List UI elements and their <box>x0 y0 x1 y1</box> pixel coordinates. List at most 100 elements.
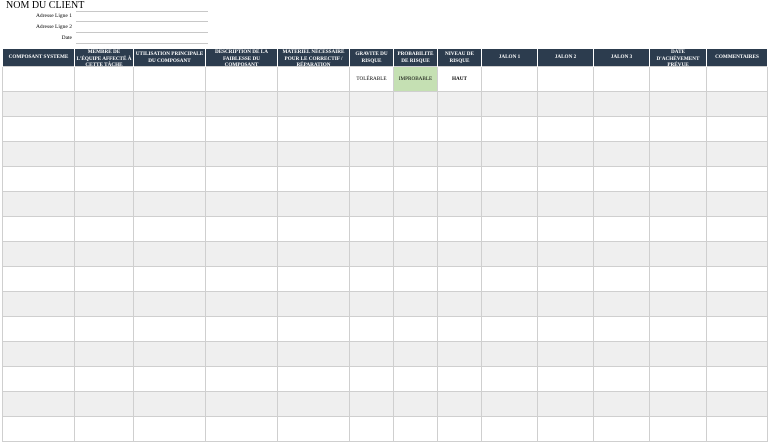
table-cell[interactable] <box>133 366 206 392</box>
table-cell[interactable] <box>706 266 768 292</box>
table-cell[interactable] <box>74 341 134 367</box>
table-cell[interactable] <box>706 416 768 442</box>
table-cell[interactable] <box>593 266 650 292</box>
table-cell[interactable] <box>205 191 278 217</box>
table-cell[interactable] <box>706 241 768 267</box>
table-cell[interactable] <box>393 316 438 342</box>
table-cell[interactable] <box>2 191 75 217</box>
table-cell[interactable] <box>537 141 594 167</box>
table-cell[interactable] <box>537 66 594 92</box>
table-cell[interactable] <box>437 91 482 117</box>
table-cell[interactable] <box>706 166 768 192</box>
table-cell[interactable] <box>277 366 350 392</box>
table-cell[interactable] <box>437 116 482 142</box>
table-cell[interactable] <box>2 91 75 117</box>
table-cell[interactable] <box>349 416 394 442</box>
table-cell[interactable] <box>649 291 707 317</box>
table-cell[interactable] <box>593 166 650 192</box>
table-cell[interactable] <box>2 166 75 192</box>
table-cell[interactable] <box>277 416 350 442</box>
table-cell[interactable] <box>393 216 438 242</box>
table-cell[interactable] <box>437 391 482 417</box>
table-cell[interactable] <box>481 416 538 442</box>
table-cell[interactable] <box>2 341 75 367</box>
table-cell[interactable] <box>393 391 438 417</box>
table-cell[interactable] <box>133 291 206 317</box>
table-cell[interactable] <box>349 291 394 317</box>
table-cell[interactable] <box>393 116 438 142</box>
table-cell[interactable] <box>205 316 278 342</box>
table-cell[interactable] <box>481 391 538 417</box>
table-cell[interactable] <box>133 66 206 92</box>
probability-cell[interactable]: IMPROBABLE <box>393 66 438 92</box>
table-cell[interactable] <box>437 166 482 192</box>
table-cell[interactable] <box>437 241 482 267</box>
date-field[interactable] <box>76 43 208 44</box>
table-cell[interactable] <box>537 191 594 217</box>
table-cell[interactable] <box>537 341 594 367</box>
table-cell[interactable] <box>593 66 650 92</box>
table-cell[interactable] <box>393 166 438 192</box>
table-cell[interactable] <box>393 416 438 442</box>
table-cell[interactable] <box>537 291 594 317</box>
table-cell[interactable] <box>349 341 394 367</box>
table-cell[interactable] <box>74 391 134 417</box>
table-cell[interactable] <box>593 291 650 317</box>
table-cell[interactable] <box>277 391 350 417</box>
table-cell[interactable] <box>74 366 134 392</box>
table-cell[interactable] <box>74 91 134 117</box>
table-cell[interactable] <box>74 416 134 442</box>
table-cell[interactable] <box>277 291 350 317</box>
table-cell[interactable] <box>2 116 75 142</box>
table-cell[interactable] <box>393 191 438 217</box>
table-cell[interactable] <box>437 191 482 217</box>
table-cell[interactable] <box>649 91 707 117</box>
table-cell[interactable] <box>2 141 75 167</box>
table-cell[interactable] <box>649 341 707 367</box>
table-cell[interactable] <box>74 141 134 167</box>
table-cell[interactable] <box>481 141 538 167</box>
address-line-2-row[interactable]: Adresse Ligne 2 <box>4 23 208 34</box>
table-cell[interactable] <box>649 191 707 217</box>
table-cell[interactable] <box>593 191 650 217</box>
table-cell[interactable] <box>74 291 134 317</box>
table-cell[interactable] <box>277 91 350 117</box>
table-cell[interactable] <box>706 341 768 367</box>
table-cell[interactable] <box>205 166 278 192</box>
table-cell[interactable] <box>277 216 350 242</box>
table-cell[interactable] <box>706 366 768 392</box>
table-cell[interactable] <box>593 366 650 392</box>
table-cell[interactable] <box>205 91 278 117</box>
table-cell[interactable] <box>706 116 768 142</box>
table-cell[interactable] <box>437 216 482 242</box>
table-cell[interactable] <box>537 166 594 192</box>
table-cell[interactable] <box>2 266 75 292</box>
table-cell[interactable] <box>481 66 538 92</box>
table-cell[interactable] <box>277 316 350 342</box>
table-cell[interactable] <box>205 66 278 92</box>
table-cell[interactable] <box>393 241 438 267</box>
table-cell[interactable] <box>349 191 394 217</box>
table-cell[interactable] <box>205 416 278 442</box>
severity-cell[interactable]: TOLÉRABLE <box>349 66 394 92</box>
table-cell[interactable] <box>537 216 594 242</box>
table-cell[interactable] <box>393 291 438 317</box>
table-cell[interactable] <box>74 316 134 342</box>
risk-level-cell[interactable]: HAUT <box>437 66 482 92</box>
table-cell[interactable] <box>205 216 278 242</box>
table-cell[interactable] <box>593 316 650 342</box>
table-cell[interactable] <box>593 91 650 117</box>
table-cell[interactable] <box>649 66 707 92</box>
table-cell[interactable] <box>277 66 350 92</box>
table-cell[interactable] <box>349 266 394 292</box>
table-cell[interactable] <box>481 291 538 317</box>
table-cell[interactable] <box>593 391 650 417</box>
table-cell[interactable] <box>2 391 75 417</box>
table-cell[interactable] <box>537 241 594 267</box>
table-cell[interactable] <box>649 391 707 417</box>
address-line-1-field[interactable] <box>76 21 208 22</box>
table-cell[interactable] <box>205 266 278 292</box>
table-cell[interactable] <box>349 116 394 142</box>
table-cell[interactable] <box>649 266 707 292</box>
address-line-2-field[interactable] <box>76 32 208 33</box>
